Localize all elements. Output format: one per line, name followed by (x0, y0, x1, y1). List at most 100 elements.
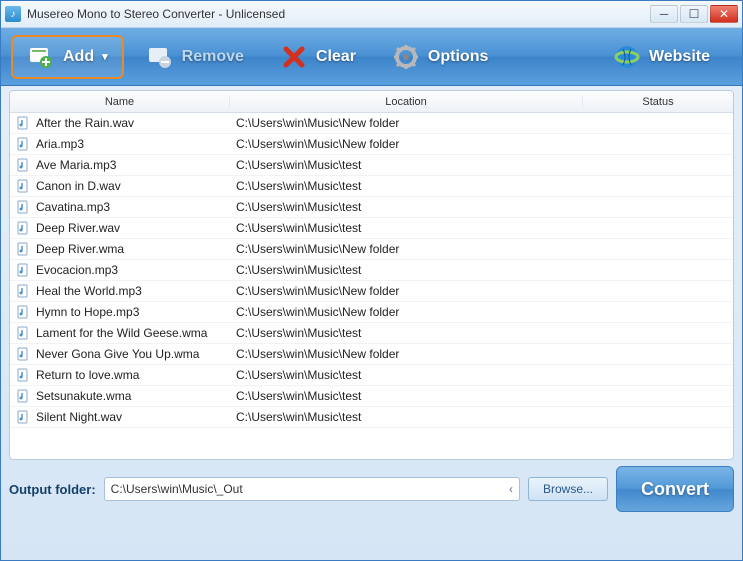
file-name: After the Rain.wav (36, 116, 134, 130)
table-row[interactable]: Deep River.wma C:\Users\win\Music\New fol… (10, 239, 733, 260)
audio-file-icon (16, 242, 30, 256)
titlebar: ♪ Musereo Mono to Stereo Converter - Unl… (1, 1, 742, 28)
column-header-status[interactable]: Status (583, 96, 733, 108)
table-row[interactable]: Lament for the Wild Geese.wma C:\Users\wi… (10, 323, 733, 344)
globe-icon (613, 43, 641, 71)
remove-label: Remove (182, 48, 244, 66)
audio-file-icon (16, 347, 30, 361)
toolbar: Add ▾ Remove Clear Options Websit (1, 28, 742, 86)
table-row[interactable]: Silent Night.wav C:\Users\win\Music\test (10, 407, 733, 428)
file-name: Heal the World.mp3 (36, 284, 142, 298)
clear-button[interactable]: Clear (266, 37, 370, 77)
audio-file-icon (16, 368, 30, 382)
file-name: Ave Maria.mp3 (36, 158, 116, 172)
file-location: C:\Users\win\Music\test (230, 263, 583, 277)
file-location: C:\Users\win\Music\test (230, 410, 583, 424)
file-location: C:\Users\win\Music\test (230, 326, 583, 340)
column-header-location[interactable]: Location (230, 96, 583, 108)
chevron-left-icon[interactable]: ‹ (495, 482, 513, 496)
clear-icon (280, 43, 308, 71)
add-button[interactable]: Add ▾ (11, 35, 124, 79)
file-location: C:\Users\win\Music\test (230, 158, 583, 172)
audio-file-icon (16, 410, 30, 424)
file-name: Silent Night.wav (36, 410, 122, 424)
output-folder-label: Output folder: (9, 482, 96, 497)
table-row[interactable]: After the Rain.wav C:\Users\win\Music\New… (10, 113, 733, 134)
file-location: C:\Users\win\Music\New folder (230, 284, 583, 298)
audio-file-icon (16, 200, 30, 214)
file-location: C:\Users\win\Music\New folder (230, 305, 583, 319)
file-location: C:\Users\win\Music\New folder (230, 116, 583, 130)
output-folder-input[interactable]: C:\Users\win\Music\_Out ‹ (104, 477, 520, 501)
options-button[interactable]: Options (378, 37, 502, 77)
file-name: Lament for the Wild Geese.wma (36, 326, 207, 340)
chevron-down-icon: ▾ (102, 50, 108, 63)
audio-file-icon (16, 179, 30, 193)
audio-file-icon (16, 158, 30, 172)
gear-icon (392, 43, 420, 71)
file-location: C:\Users\win\Music\test (230, 389, 583, 403)
file-name: Cavatina.mp3 (36, 200, 110, 214)
file-location: C:\Users\win\Music\test (230, 179, 583, 193)
add-icon (27, 43, 55, 71)
file-name: Setsunakute.wma (36, 389, 131, 403)
website-button[interactable]: Website (599, 37, 724, 77)
audio-file-icon (16, 389, 30, 403)
file-name: Return to love.wma (36, 368, 139, 382)
file-name: Deep River.wav (36, 221, 120, 235)
file-location: C:\Users\win\Music\test (230, 221, 583, 235)
table-row[interactable]: Hymn to Hope.mp3 C:\Users\win\Music\New f… (10, 302, 733, 323)
file-name: Hymn to Hope.mp3 (36, 305, 139, 319)
file-name: Canon in D.wav (36, 179, 121, 193)
remove-button[interactable]: Remove (132, 37, 258, 77)
website-label: Website (649, 48, 710, 66)
audio-file-icon (16, 284, 30, 298)
file-location: C:\Users\win\Music\New folder (230, 242, 583, 256)
file-name: Aria.mp3 (36, 137, 84, 151)
table-row[interactable]: Cavatina.mp3 C:\Users\win\Music\test (10, 197, 733, 218)
file-name: Evocacion.mp3 (36, 263, 118, 277)
column-header-name[interactable]: Name (10, 96, 230, 108)
file-location: C:\Users\win\Music\New folder (230, 137, 583, 151)
table-header: Name Location Status (10, 91, 733, 113)
add-label: Add (63, 48, 94, 66)
file-location: C:\Users\win\Music\test (230, 200, 583, 214)
options-label: Options (428, 48, 488, 66)
table-row[interactable]: Ave Maria.mp3 C:\Users\win\Music\test (10, 155, 733, 176)
convert-button[interactable]: Convert (616, 466, 734, 512)
table-row[interactable]: Setsunakute.wma C:\Users\win\Music\test (10, 386, 733, 407)
table-row[interactable]: Heal the World.mp3 C:\Users\win\Music\New… (10, 281, 733, 302)
audio-file-icon (16, 326, 30, 340)
browse-button[interactable]: Browse... (528, 477, 608, 501)
bottom-bar: Output folder: C:\Users\win\Music\_Out ‹… (9, 466, 734, 512)
browse-label: Browse... (543, 482, 593, 496)
app-window: ♪ Musereo Mono to Stereo Converter - Unl… (0, 0, 743, 561)
audio-file-icon (16, 116, 30, 130)
table-row[interactable]: Canon in D.wav C:\Users\win\Music\test (10, 176, 733, 197)
close-button[interactable]: ✕ (710, 5, 738, 23)
window-controls: ─ ☐ ✕ (650, 5, 738, 23)
window-title: Musereo Mono to Stereo Converter - Unlic… (27, 7, 650, 21)
table-row[interactable]: Return to love.wma C:\Users\win\Music\tes… (10, 365, 733, 386)
maximize-button[interactable]: ☐ (680, 5, 708, 23)
table-row[interactable]: Deep River.wav C:\Users\win\Music\test (10, 218, 733, 239)
file-table: Name Location Status After the Rain.wav C… (9, 90, 734, 460)
file-location: C:\Users\win\Music\test (230, 368, 583, 382)
audio-file-icon (16, 221, 30, 235)
file-name: Never Gona Give You Up.wma (36, 347, 199, 361)
table-row[interactable]: Aria.mp3 C:\Users\win\Music\New folder (10, 134, 733, 155)
convert-label: Convert (641, 479, 709, 500)
table-row[interactable]: Never Gona Give You Up.wma C:\Users\win\M… (10, 344, 733, 365)
table-row[interactable]: Evocacion.mp3 C:\Users\win\Music\test (10, 260, 733, 281)
file-name: Deep River.wma (36, 242, 124, 256)
remove-icon (146, 43, 174, 71)
audio-file-icon (16, 263, 30, 277)
clear-label: Clear (316, 48, 356, 66)
file-location: C:\Users\win\Music\New folder (230, 347, 583, 361)
app-icon: ♪ (5, 6, 21, 22)
audio-file-icon (16, 305, 30, 319)
output-folder-path: C:\Users\win\Music\_Out (111, 482, 495, 496)
audio-file-icon (16, 137, 30, 151)
table-body: After the Rain.wav C:\Users\win\Music\New… (10, 113, 733, 428)
minimize-button[interactable]: ─ (650, 5, 678, 23)
